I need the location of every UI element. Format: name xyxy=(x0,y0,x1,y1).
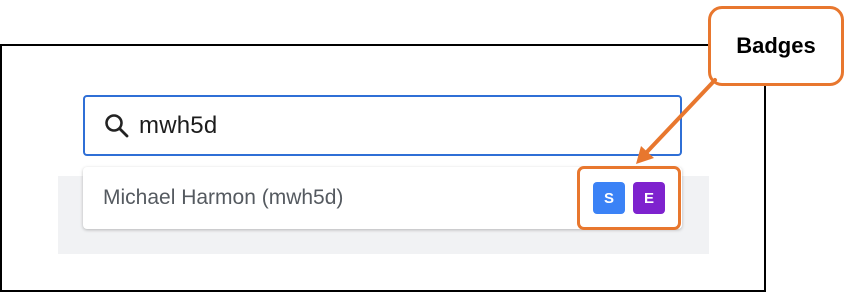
badge-e: E xyxy=(633,182,665,214)
screenshot-stage: mwh5d Michael Harmon (mwh5d) S E Badges xyxy=(0,0,848,296)
badge-s: S xyxy=(593,182,625,214)
callout-label: Badges xyxy=(736,33,816,58)
badges-callout: Badges xyxy=(708,6,844,86)
search-value: mwh5d xyxy=(139,111,218,139)
badges-group: S E xyxy=(577,166,681,230)
result-item-label: Michael Harmon (mwh5d) xyxy=(103,186,344,209)
search-input[interactable]: mwh5d xyxy=(83,95,682,156)
search-icon xyxy=(103,112,131,140)
